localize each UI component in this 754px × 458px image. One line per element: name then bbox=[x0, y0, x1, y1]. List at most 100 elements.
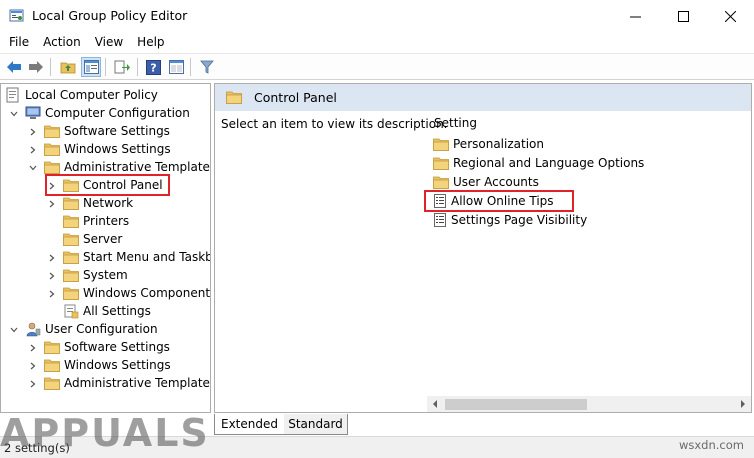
tree-item-uc-administrative-templates[interactable]: Administrative Templates bbox=[28, 374, 211, 392]
tree-item-label: Local Computer Policy bbox=[25, 88, 158, 102]
folder-icon bbox=[44, 377, 60, 390]
title-bar: Local Group Policy Editor bbox=[0, 0, 754, 32]
group-policy-app-icon bbox=[9, 8, 24, 23]
properties-view-button[interactable] bbox=[166, 57, 186, 77]
tree-item-all-settings[interactable]: All Settings bbox=[63, 302, 151, 320]
menu-view[interactable]: View bbox=[88, 32, 130, 52]
tree-item-cc-software-settings[interactable]: Software Settings bbox=[28, 122, 170, 140]
folder-icon bbox=[433, 138, 449, 151]
chevron-right-icon[interactable] bbox=[47, 252, 57, 262]
tree-item-uc-windows-settings[interactable]: Windows Settings bbox=[28, 356, 171, 374]
menu-action[interactable]: Action bbox=[36, 32, 88, 52]
chevron-right-icon[interactable] bbox=[28, 144, 38, 154]
tree-item-windows-components[interactable]: Windows Components bbox=[47, 284, 211, 302]
up-folder-icon bbox=[60, 62, 76, 74]
menu-help[interactable]: Help bbox=[130, 32, 171, 52]
setting-item-regional-language[interactable]: Regional and Language Options bbox=[433, 154, 644, 172]
chevron-right-icon[interactable] bbox=[47, 270, 57, 280]
folder-icon bbox=[44, 161, 60, 174]
setting-item-user-accounts[interactable]: User Accounts bbox=[433, 173, 539, 191]
description-text: Select an item to view its description. bbox=[221, 117, 448, 131]
tree-item-local-computer-policy[interactable]: Local Computer Policy bbox=[5, 86, 158, 104]
help-button[interactable]: ? bbox=[143, 57, 163, 77]
chevron-down-icon[interactable] bbox=[9, 324, 19, 334]
tree-item-printers[interactable]: Printers bbox=[63, 212, 129, 230]
setting-item-label: Personalization bbox=[453, 137, 544, 151]
folder-icon bbox=[63, 269, 79, 282]
tab-standard[interactable]: Standard bbox=[284, 414, 348, 435]
tree-item-label: Windows Settings bbox=[64, 358, 171, 372]
window-title: Local Group Policy Editor bbox=[32, 8, 188, 23]
tree-item-network[interactable]: Network bbox=[47, 194, 133, 212]
folder-icon bbox=[44, 359, 60, 372]
details-pane-title: Control Panel bbox=[254, 90, 337, 105]
up-one-level-button[interactable] bbox=[58, 57, 78, 77]
tree-item-user-configuration[interactable]: User Configuration bbox=[9, 320, 158, 338]
scroll-right-icon[interactable] bbox=[739, 400, 747, 408]
tree-item-label: Printers bbox=[83, 214, 130, 228]
tab-extended[interactable]: Extended bbox=[214, 414, 284, 435]
tree-item-start-menu-and-taskbar[interactable]: Start Menu and Taskbar bbox=[47, 248, 210, 266]
folder-icon bbox=[226, 91, 242, 104]
tree-item-server[interactable]: Server bbox=[63, 230, 122, 248]
tree-item-cc-windows-settings[interactable]: Windows Settings bbox=[28, 140, 171, 158]
policy-setting-icon bbox=[433, 213, 447, 227]
chevron-down-icon[interactable] bbox=[9, 108, 19, 118]
menu-bar: File Action View Help bbox=[0, 32, 754, 52]
show-hide-console-tree-button[interactable] bbox=[81, 57, 101, 77]
back-button[interactable] bbox=[4, 57, 24, 77]
tree-item-label: Network bbox=[83, 196, 134, 210]
tree-item-system[interactable]: System bbox=[47, 266, 128, 284]
minimize-icon bbox=[629, 16, 641, 17]
tree-item-label: Windows Components bbox=[83, 286, 211, 300]
chevron-down-icon[interactable] bbox=[28, 162, 38, 172]
control-panel-highlight-box bbox=[45, 174, 170, 196]
tree-item-label: All Settings bbox=[83, 304, 151, 318]
forward-button[interactable] bbox=[26, 57, 46, 77]
details-pane-header: Control Panel bbox=[215, 84, 751, 111]
chevron-right-icon[interactable] bbox=[28, 360, 38, 370]
filter-button[interactable] bbox=[197, 57, 217, 77]
console-tree[interactable]: Local Computer Policy Computer Configura… bbox=[0, 83, 211, 413]
setting-column-header[interactable]: Setting bbox=[434, 116, 477, 130]
folder-icon bbox=[433, 176, 449, 189]
close-button[interactable] bbox=[707, 0, 753, 32]
menu-file[interactable]: File bbox=[0, 32, 36, 52]
tree-item-label: Windows Settings bbox=[64, 142, 171, 156]
folder-icon bbox=[433, 157, 449, 170]
tree-item-label: System bbox=[83, 268, 128, 282]
scrollbar-thumb[interactable] bbox=[445, 399, 587, 410]
help-icon: ? bbox=[145, 59, 161, 75]
folder-icon bbox=[44, 125, 60, 138]
site-watermark: wsxdn.com bbox=[678, 438, 744, 452]
setting-item-label: Regional and Language Options bbox=[453, 156, 645, 170]
setting-item-label: User Accounts bbox=[453, 175, 539, 189]
chevron-right-icon[interactable] bbox=[28, 342, 38, 352]
setting-item-label: Settings Page Visibility bbox=[451, 213, 588, 227]
svg-text:?: ? bbox=[150, 61, 156, 74]
show-hide-tree-icon bbox=[83, 60, 99, 74]
chevron-right-icon[interactable] bbox=[28, 126, 38, 136]
maximize-button[interactable] bbox=[660, 0, 706, 32]
chevron-right-icon[interactable] bbox=[28, 378, 38, 388]
tree-item-label: Computer Configuration bbox=[45, 106, 190, 120]
computer-icon bbox=[25, 105, 41, 121]
minimize-button[interactable] bbox=[612, 0, 658, 32]
tree-item-computer-configuration[interactable]: Computer Configuration bbox=[9, 104, 190, 122]
horizontal-scrollbar[interactable] bbox=[427, 396, 751, 412]
folder-icon bbox=[44, 341, 60, 354]
tree-item-uc-software-settings[interactable]: Software Settings bbox=[28, 338, 170, 356]
setting-item-settings-page-visibility[interactable]: Settings Page Visibility bbox=[433, 211, 587, 229]
tree-item-label: Administrative Templates bbox=[64, 376, 211, 390]
details-pane: Control Panel Select an item to view its… bbox=[214, 83, 752, 413]
export-list-button[interactable] bbox=[112, 57, 132, 77]
filter-icon bbox=[200, 60, 214, 74]
chevron-right-icon[interactable] bbox=[47, 288, 57, 298]
folder-icon bbox=[63, 215, 79, 228]
chevron-right-icon[interactable] bbox=[47, 198, 57, 208]
toolbar: ? bbox=[0, 53, 754, 80]
setting-item-personalization[interactable]: Personalization bbox=[433, 135, 544, 153]
forward-arrow-icon bbox=[29, 61, 43, 73]
scroll-left-icon[interactable] bbox=[431, 400, 439, 408]
policy-document-icon bbox=[5, 87, 21, 103]
